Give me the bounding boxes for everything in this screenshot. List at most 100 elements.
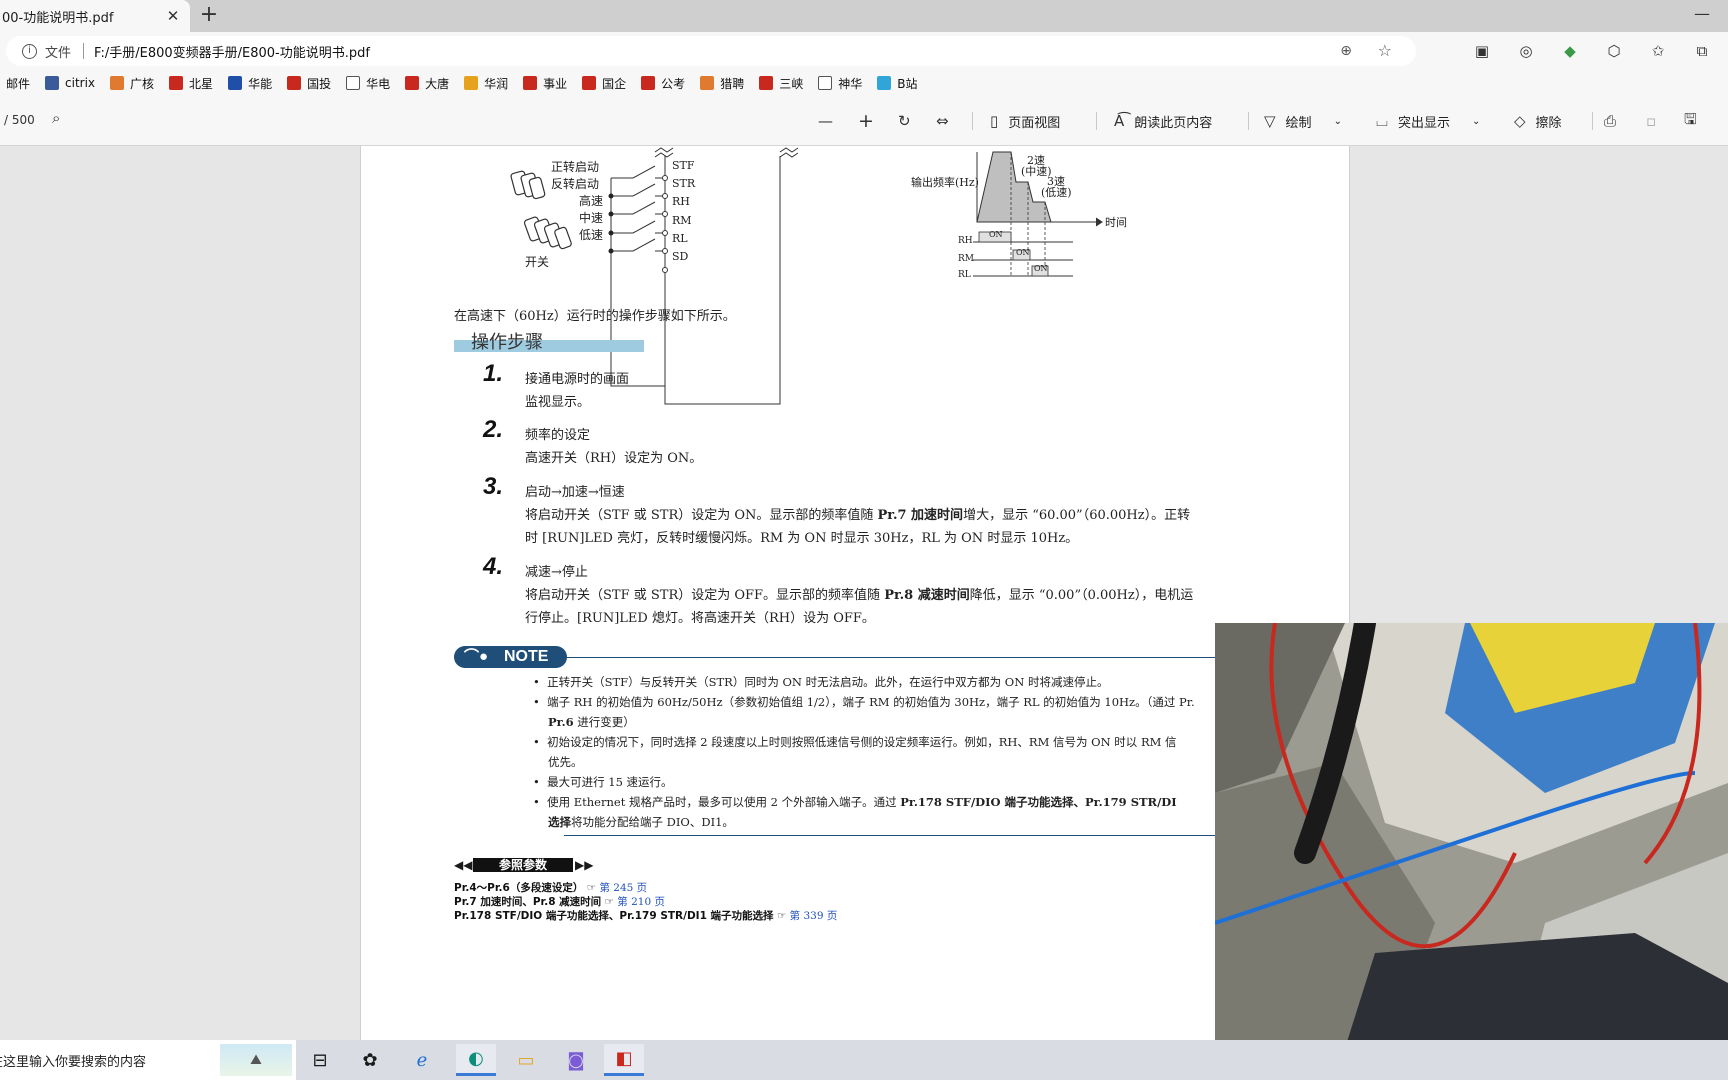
taskbar: 在这里输入你要搜索的内容 ⛰ ⊟ ✿ ℯ ◐ ▭ ◙ ◧ bbox=[0, 1040, 1728, 1080]
extension-colored-icon[interactable]: ◆ bbox=[1548, 42, 1592, 60]
fit-width-button[interactable]: ⇔ bbox=[936, 108, 959, 134]
bookmark-label: 公考 bbox=[661, 76, 686, 91]
tracking-icon[interactable]: ◎ bbox=[1504, 42, 1548, 60]
step-text-part: 增大，显示 “60.00”（60.00Hz）。正转 bbox=[963, 508, 1191, 523]
pointing-hand-icon: ☞ bbox=[773, 910, 790, 922]
switch-caption: 开关 bbox=[525, 255, 550, 269]
draw-button[interactable]: ▽ 绘制 ⌄ bbox=[1264, 108, 1342, 134]
timing-signal-rh: RH bbox=[958, 236, 973, 246]
add-favorite-icon[interactable]: ☆ bbox=[1378, 41, 1392, 60]
pdf-app-icon[interactable]: ◧ bbox=[604, 1044, 644, 1076]
intro-text: 在高速下（60Hz）运行时的操作步骤如下所示。 bbox=[454, 309, 736, 324]
note-text: 端子 RH 的初始值为 60Hz/50Hz（参数初始值组 1/2），端子 RM … bbox=[547, 695, 1195, 709]
chevron-down-icon[interactable]: ⌄ bbox=[1334, 116, 1342, 127]
divider bbox=[1592, 112, 1593, 130]
bookmark-item[interactable]: 北星 bbox=[169, 75, 213, 92]
bookmark-label: 邮件 bbox=[6, 76, 31, 91]
bookmark-item[interactable]: 华润 bbox=[464, 75, 508, 92]
pdf-toolbar: / 500 ⌕ — + ↻ ⇔ ▯ 页面视图 A͡ 朗读此页内容 ▽ 绘制 ⌄ ⌴ 突出显… bbox=[0, 96, 1728, 146]
screen-recorder-icon[interactable]: ◙ bbox=[556, 1044, 596, 1076]
erase-button[interactable]: ◇ 擦除 bbox=[1514, 108, 1562, 134]
note-text: Pr.6 进行变更） bbox=[548, 714, 635, 730]
minimize-button[interactable]: — bbox=[1692, 4, 1712, 24]
bookmark-item[interactable]: 公考 bbox=[641, 75, 685, 92]
info-icon[interactable]: i bbox=[22, 43, 37, 59]
bookmark-item[interactable]: 大唐 bbox=[405, 75, 449, 92]
collections-panel-icon[interactable]: ⧉ bbox=[1680, 42, 1724, 60]
edge-browser-icon[interactable]: ◐ bbox=[456, 1044, 496, 1076]
note-param: Pr.178 STF/DIO 端子功能选择、Pr.179 STR/DI bbox=[900, 795, 1177, 809]
erase-label: 擦除 bbox=[1535, 115, 1562, 131]
bookmark-item[interactable]: 华电 bbox=[346, 75, 390, 92]
bookmark-item[interactable]: 三峡 bbox=[759, 75, 803, 92]
reference-link[interactable]: 第 339 页 bbox=[790, 910, 838, 922]
step-number: 1. bbox=[483, 360, 504, 387]
note-badge: ⌒● NOTE bbox=[454, 646, 567, 668]
reference-link[interactable]: 第 245 页 bbox=[599, 882, 647, 894]
close-tab-icon[interactable]: ✕ bbox=[164, 7, 182, 25]
page-view-label: 页面视图 bbox=[1008, 115, 1061, 131]
pdf-page: 开关 输出频率(Hz) 时间 2速 (中速) 3速 (低速) RH RM RL … bbox=[360, 146, 1351, 1040]
address-bar[interactable]: i 文件 F:/手册/E800变频器手册/E800-功能说明书.pdf ⊕ ☆ bbox=[6, 36, 1416, 66]
step-number: 2. bbox=[483, 416, 504, 443]
browser-tab[interactable]: 00-功能说明书.pdf ✕ bbox=[0, 0, 190, 32]
bookmark-item[interactable]: 事业 bbox=[523, 75, 567, 92]
read-aloud-button[interactable]: A͡ 朗读此页内容 bbox=[1114, 108, 1212, 134]
switch-label: 中速 bbox=[579, 211, 604, 225]
search-icon[interactable]: ⌕ bbox=[52, 109, 60, 127]
bookmark-icon bbox=[582, 76, 597, 90]
note-item: • 最大可进行 15 速运行。 bbox=[533, 775, 673, 789]
collections-icon[interactable]: ▣ bbox=[1460, 42, 1504, 60]
terminal-label: STF bbox=[672, 159, 695, 172]
minus-icon: — bbox=[818, 112, 833, 130]
taskbar-search[interactable]: 在这里输入你要搜索的内容 ⛰ bbox=[0, 1040, 296, 1080]
bookmark-icon bbox=[759, 76, 774, 90]
save-as-button[interactable]: 🖫 bbox=[1684, 108, 1707, 134]
task-view-icon[interactable]: ⊟ bbox=[300, 1044, 340, 1076]
bookmark-item[interactable]: 猎聘 bbox=[700, 75, 744, 92]
bookmark-item[interactable]: 华能 bbox=[228, 75, 272, 92]
extensions-icon[interactable]: ⬡ bbox=[1592, 42, 1636, 60]
bookmark-item[interactable]: B站 bbox=[877, 75, 917, 92]
zoom-icon[interactable]: ⊕ bbox=[1340, 43, 1352, 59]
pointing-hand-icon: ☞ bbox=[601, 896, 618, 908]
chevron-down-icon[interactable]: ⌄ bbox=[1472, 116, 1480, 127]
save-button[interactable]: ▫ bbox=[1646, 108, 1666, 134]
url-text[interactable]: F:/手册/E800变频器手册/E800-功能说明书.pdf bbox=[94, 42, 370, 61]
read-aloud-label: 朗读此页内容 bbox=[1134, 115, 1213, 131]
reference-link[interactable]: 第 210 页 bbox=[617, 896, 665, 908]
save-as-icon: 🖫 bbox=[1684, 109, 1697, 128]
timing-on-rh: ON bbox=[989, 230, 1003, 239]
switch-label: 反转启动 bbox=[551, 177, 600, 191]
file-explorer-icon[interactable]: ▭ bbox=[506, 1044, 546, 1076]
bookmark-item[interactable]: 邮件 bbox=[6, 75, 30, 92]
bookmark-item[interactable]: 神华 bbox=[818, 75, 862, 92]
bookmark-icon bbox=[169, 76, 184, 90]
note-param: Pr.6 bbox=[548, 715, 574, 729]
bookmark-item[interactable]: 国投 bbox=[287, 75, 331, 92]
new-tab-button[interactable]: + bbox=[196, 4, 222, 28]
page-view-button[interactable]: ▯ 页面视图 bbox=[990, 108, 1060, 134]
bookmark-item[interactable]: 广核 bbox=[110, 75, 154, 92]
zoom-in-button[interactable]: + bbox=[858, 108, 884, 134]
print-button[interactable]: ⎙ bbox=[1604, 108, 1626, 134]
tab-bar: 00-功能说明书.pdf ✕ + — bbox=[0, 0, 1728, 32]
bookmark-icon bbox=[110, 76, 125, 90]
bookmark-item[interactable]: citrix bbox=[45, 76, 95, 90]
bookmark-label: 神华 bbox=[838, 76, 863, 91]
favorites-icon[interactable]: ✩ bbox=[1636, 42, 1680, 60]
taskbar-search-placeholder: 在这里输入你要搜索的内容 bbox=[0, 1054, 147, 1070]
highlight-button[interactable]: ⌴ 突出显示 ⌄ bbox=[1376, 108, 1480, 134]
ie-browser-icon[interactable]: ℯ bbox=[402, 1044, 442, 1076]
app-pinned-icon[interactable]: ✿ bbox=[350, 1044, 390, 1076]
terminal-label: SD bbox=[672, 250, 689, 263]
note-text: 初始设定的情况下，同时选择 2 段速度以上时则按照低速信号侧的设定频率运行。例如… bbox=[547, 735, 1177, 749]
address-row: i 文件 F:/手册/E800变频器手册/E800-功能说明书.pdf ⊕ ☆ … bbox=[0, 32, 1728, 70]
zoom-out-button[interactable]: — bbox=[818, 108, 843, 134]
step-text: 监视显示。 bbox=[525, 395, 591, 410]
bookmark-icon bbox=[877, 76, 892, 90]
bookmark-icon bbox=[405, 76, 420, 90]
bookmark-item[interactable]: 国企 bbox=[582, 75, 626, 92]
rotate-button[interactable]: ↻ bbox=[898, 108, 921, 134]
reference-item: Pr.178 STF/DIO 端子功能选择、Pr.179 STR/DI1 端子功… bbox=[454, 908, 837, 923]
